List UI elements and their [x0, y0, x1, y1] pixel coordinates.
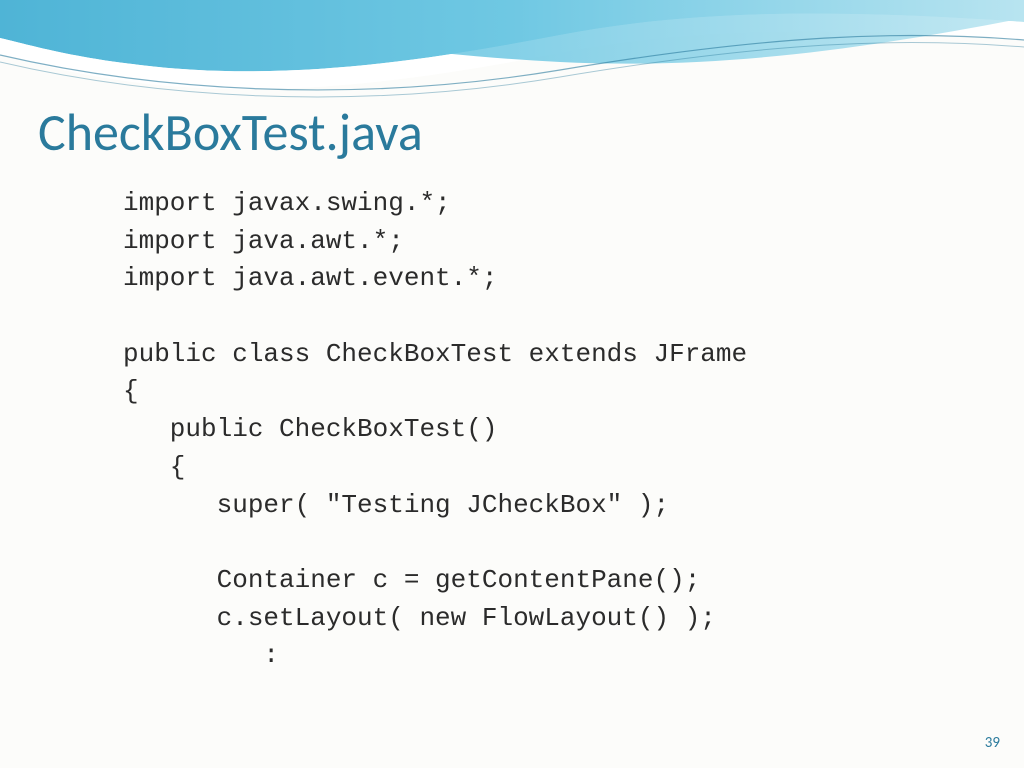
code-line: import java.awt.event.*;: [123, 263, 497, 293]
code-line: public CheckBoxTest(): [123, 414, 497, 444]
code-line: public class CheckBoxTest extends JFrame: [123, 339, 747, 369]
code-line: import java.awt.*;: [123, 226, 404, 256]
code-line: {: [123, 452, 185, 482]
code-line: {: [123, 376, 139, 406]
code-line: c.setLayout( new FlowLayout() );: [123, 603, 716, 633]
page-number: 39: [985, 734, 1000, 752]
code-line: :: [123, 640, 279, 670]
slide-title: CheckBoxTest.java: [38, 100, 423, 164]
code-line: import javax.swing.*;: [123, 188, 451, 218]
code-line: Container c = getContentPane();: [123, 565, 700, 595]
code-block: import javax.swing.*; import java.awt.*;…: [123, 185, 747, 675]
code-line: super( "Testing JCheckBox" );: [123, 490, 669, 520]
